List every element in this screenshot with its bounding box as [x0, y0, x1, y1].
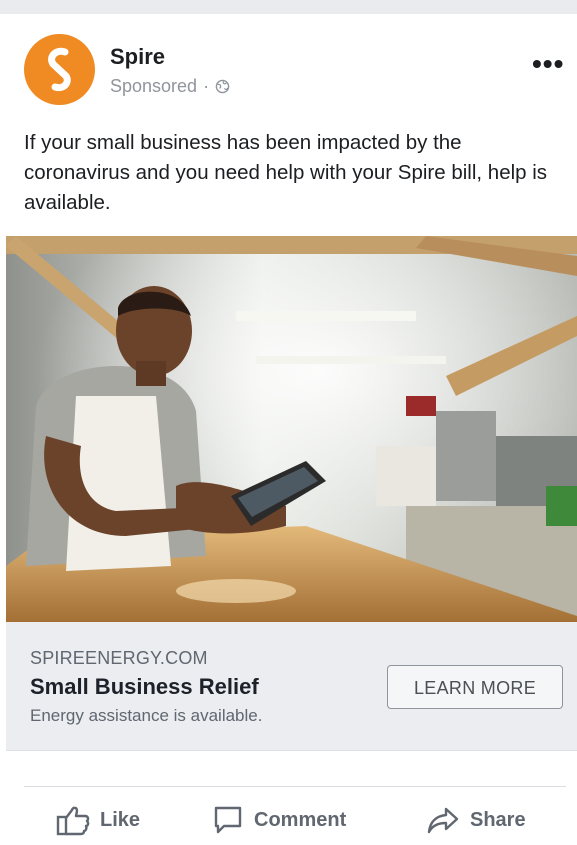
feed-top-strip: [0, 0, 577, 14]
comment-icon: [214, 806, 242, 834]
more-options-button[interactable]: •••: [532, 50, 564, 78]
thumbs-up-icon: [56, 806, 90, 836]
separator-dot: ·: [203, 76, 210, 96]
like-label: Like: [100, 808, 141, 831]
comment-label: Comment: [254, 808, 347, 831]
sponsored-line: Sponsored ·: [110, 76, 230, 97]
spire-logo-icon: [48, 47, 71, 92]
actions-divider: [24, 786, 566, 787]
learn-more-button[interactable]: LEARN MORE: [387, 665, 563, 709]
comment-button[interactable]: Comment: [212, 800, 346, 840]
share-label: Share: [470, 808, 526, 831]
ad-image[interactable]: [6, 236, 577, 622]
sponsored-post-card: Spire Sponsored · ••• If your small busi…: [6, 14, 577, 845]
link-headline[interactable]: Small Business Relief: [30, 674, 259, 700]
like-button[interactable]: Like: [56, 800, 140, 840]
share-arrow-icon: [427, 807, 459, 834]
spire-logo-avatar[interactable]: [24, 34, 95, 105]
kitchen-photo: [6, 236, 577, 622]
post-actions-bar: Like Comment Share: [6, 800, 577, 840]
page-name-link[interactable]: Spire: [110, 44, 165, 70]
post-text: If your small business has been impacted…: [24, 131, 548, 214]
link-domain: SPIREENERGY.COM: [30, 648, 208, 668]
link-preview[interactable]: SPIREENERGY.COM Small Business Relief En…: [6, 622, 577, 751]
share-button[interactable]: Share: [426, 800, 526, 840]
sponsored-label: Sponsored: [110, 76, 198, 96]
link-description: Energy assistance is available.: [30, 706, 263, 725]
globe-icon: [215, 79, 230, 94]
